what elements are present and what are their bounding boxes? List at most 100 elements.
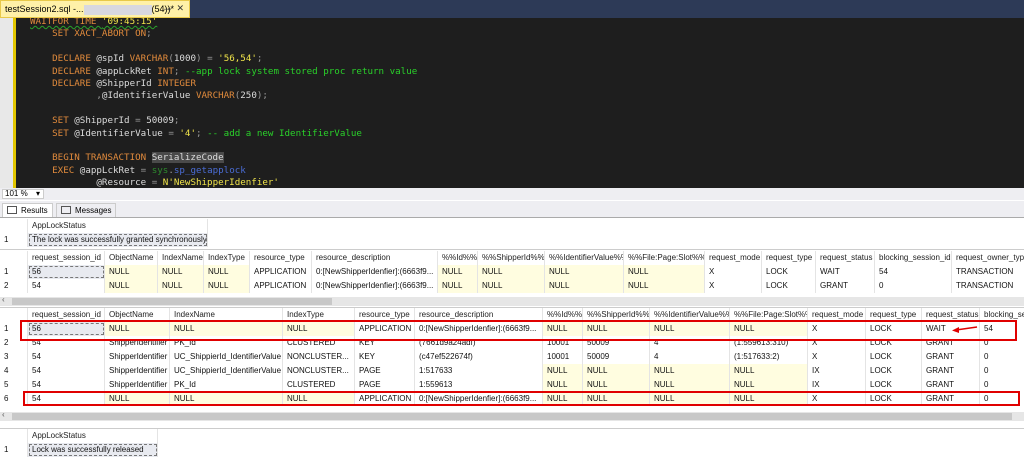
table-cell[interactable]: NULL [105,265,158,279]
table-cell[interactable]: GRANT [922,364,980,378]
table-cell[interactable]: X [808,350,866,364]
table-row[interactable]: 4 54 ShipperIdentifier UC_ShippierId_Identi… [0,364,1024,378]
table-cell[interactable]: GRANT [922,350,980,364]
close-icon[interactable]: ✕ [176,3,184,14]
table-cell[interactable]: NULL [438,265,478,279]
table-cell[interactable]: X [705,279,762,293]
table-cell[interactable]: NULL [730,364,808,378]
table-cell[interactable]: 1:517633 [415,364,543,378]
column-header[interactable]: AppLockStatus [28,429,158,443]
pin-icon[interactable]: ⊸ [163,4,171,15]
table-cell[interactable]: PAGE [355,378,415,392]
table-cell[interactable]: (c47ef522674f) [415,350,543,364]
table-cell[interactable]: ShipperIdentifier [105,378,170,392]
column-header[interactable]: %%ShipperId%% [478,251,545,265]
table-row[interactable]: 1 The lock was successfully granted synch… [0,233,1024,247]
table-cell[interactable]: 0:[NewShipperIdenfier]:(6663f9... [312,279,438,293]
table-cell[interactable]: The lock was successfully granted synchr… [28,233,208,247]
table-cell[interactable]: NULL [545,279,624,293]
sql-editor[interactable]: WAITFOR TIME '09:45:15' SET XACT_ABORT O… [0,18,1024,188]
table-cell[interactable]: UC_ShippierId_IdentifierValue [170,350,283,364]
table-cell[interactable]: X [705,265,762,279]
table-row[interactable]: 1 56 NULL NULL NULL APPLICATION 0:[NewShipperI… [0,265,1024,279]
column-header[interactable]: AppLockStatus [28,219,208,233]
horizontal-scrollbar[interactable]: ‹ [0,410,1024,421]
table-cell[interactable]: NONCLUSTER... [283,364,355,378]
table-cell[interactable]: 0:[NewShipperIdenfier]:(6663f9... [312,265,438,279]
table-cell[interactable]: 56 [28,265,105,279]
table-cell[interactable]: TRANSACTION [952,279,1024,293]
table-cell[interactable]: Lock was successfully released [28,443,158,457]
table-row[interactable]: 3 54 ShipperIdentifier UC_ShippierId_Identi… [0,350,1024,364]
table-cell[interactable]: NULL [438,279,478,293]
table-cell[interactable]: CLUSTERED [283,378,355,392]
table-cell[interactable]: NULL [583,364,650,378]
table-cell[interactable]: APPLICATION [250,265,312,279]
column-header[interactable]: IndexName [158,251,204,265]
table-cell[interactable]: 10001 [543,350,583,364]
table-cell[interactable]: 50009 [583,350,650,364]
table-cell[interactable]: NULL [478,265,545,279]
table-cell[interactable]: NULL [624,279,705,293]
table-cell[interactable]: ShipperIdentifier [105,364,170,378]
table-cell[interactable]: PAGE [355,364,415,378]
column-header[interactable]: IndexType [204,251,250,265]
tab-messages[interactable]: Messages [56,203,117,217]
column-header[interactable]: %%IdentifierValue%% [545,251,624,265]
table-cell[interactable]: 54 [28,378,105,392]
table-cell[interactable]: GRANT [922,378,980,392]
scroll-left-icon[interactable]: ‹ [2,410,5,419]
table-cell[interactable]: 0 [980,378,1024,392]
result-grid-1[interactable]: AppLockStatus 1 The lock was successfully … [0,219,1024,250]
horizontal-scrollbar[interactable]: ‹ [0,295,1024,306]
column-header[interactable]: request_status [816,251,875,265]
table-cell[interactable]: 54 [28,364,105,378]
table-cell[interactable]: NULL [650,378,730,392]
table-cell[interactable]: NULL [158,265,204,279]
table-cell[interactable]: LOCK [866,350,922,364]
table-cell[interactable]: 1:559613 [415,378,543,392]
table-cell[interactable]: NULL [583,378,650,392]
column-header[interactable]: %%Id%% [438,251,478,265]
table-cell[interactable]: TRANSACTION [952,265,1024,279]
table-cell[interactable]: IX [808,378,866,392]
table-cell[interactable]: 54 [28,350,105,364]
table-cell[interactable]: NULL [204,279,250,293]
table-cell[interactable]: UC_ShippierId_IdentifierValue [170,364,283,378]
table-cell[interactable]: (1:517633:2) [730,350,808,364]
table-cell[interactable]: NULL [105,279,158,293]
table-cell[interactable]: NULL [158,279,204,293]
column-header[interactable]: request_session_id [28,251,105,265]
column-header[interactable]: resource_type [250,251,312,265]
table-cell[interactable]: NULL [545,265,624,279]
result-grid-2[interactable]: request_session_id ObjectName IndexName Ind… [0,251,1024,297]
table-cell[interactable]: LOCK [762,265,816,279]
document-tab[interactable]: testSession2.sql -... (54))* ⊸ ✕ [0,0,190,18]
table-cell[interactable]: ShipperIdentifier [105,350,170,364]
table-cell[interactable]: LOCK [762,279,816,293]
table-cell[interactable]: APPLICATION [250,279,312,293]
column-header[interactable]: resource_description [312,251,438,265]
zoom-select[interactable]: 101 % ▾ [2,189,44,199]
table-cell[interactable]: GRANT [816,279,875,293]
table-cell[interactable]: NULL [543,378,583,392]
column-header[interactable]: request_type [762,251,816,265]
table-row[interactable]: 1 Lock was successfully released [0,443,1024,457]
table-cell[interactable]: PK_Id [170,378,283,392]
table-cell[interactable]: LOCK [866,378,922,392]
scroll-left-icon[interactable]: ‹ [2,295,5,304]
table-cell[interactable]: 4 [650,350,730,364]
table-cell[interactable]: NULL [478,279,545,293]
table-cell[interactable]: NULL [624,265,705,279]
column-header[interactable]: %%File:Page:Slot%% [624,251,705,265]
table-cell[interactable]: 0 [875,279,952,293]
table-cell[interactable]: WAIT [816,265,875,279]
table-cell[interactable]: 0 [980,350,1024,364]
table-row[interactable]: 5 54 ShipperIdentifier PK_Id CLUSTERED PAGE 1:… [0,378,1024,392]
column-header[interactable]: request_owner_type [952,251,1024,265]
table-cell[interactable]: 0 [980,364,1024,378]
tab-results[interactable]: Results [2,203,53,217]
table-cell[interactable]: NULL [650,364,730,378]
table-cell[interactable]: NULL [730,378,808,392]
table-cell[interactable]: NULL [204,265,250,279]
